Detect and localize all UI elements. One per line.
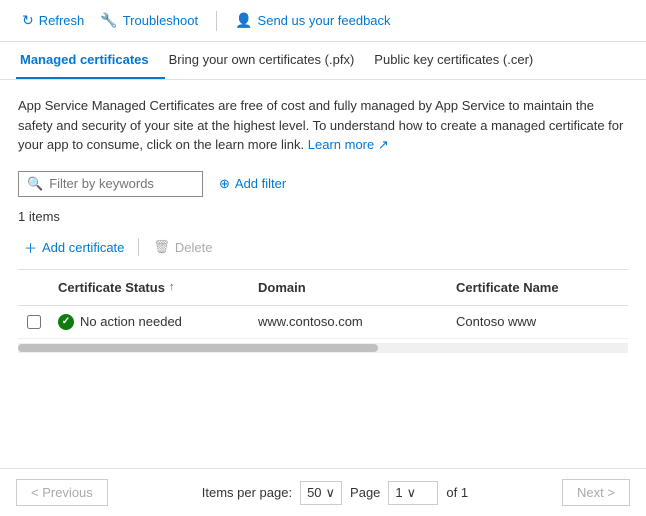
scrollbar-thumb[interactable]: [18, 344, 378, 352]
action-divider: [138, 238, 139, 256]
previous-button[interactable]: < Previous: [16, 479, 108, 506]
add-filter-button[interactable]: ⊕ Add filter: [213, 172, 292, 196]
add-filter-icon: ⊕: [219, 176, 230, 192]
pagination-footer: < Previous Items per page: 50 ∨ Page 1 ∨…: [0, 468, 646, 516]
main-content: App Service Managed Certificates are fre…: [0, 80, 646, 353]
external-link-icon: ↗: [378, 137, 389, 152]
tab-public-key[interactable]: Public key certificates (.cer): [370, 42, 549, 79]
refresh-button[interactable]: ↻ Refresh: [16, 8, 90, 33]
refresh-label: Refresh: [39, 13, 85, 28]
feedback-icon: 👤: [235, 12, 252, 29]
items-count: 1 items: [18, 209, 628, 224]
sort-arrow-icon: ↑: [169, 281, 175, 293]
troubleshoot-button[interactable]: 🔧 Troubleshoot: [94, 8, 204, 33]
row-checkbox[interactable]: [27, 315, 41, 329]
page-chevron-icon: ∨: [407, 485, 417, 501]
dropdown-chevron-icon: ∨: [326, 485, 336, 501]
row-domain-cell: www.contoso.com: [250, 310, 448, 333]
add-icon: ＋: [24, 238, 37, 257]
feedback-button[interactable]: 👤 Send us your feedback: [229, 8, 396, 33]
name-header-col: Certificate Name: [448, 276, 628, 299]
table-row: No action needed www.contoso.com Contoso…: [18, 306, 628, 339]
filter-input-wrap: 🔍: [18, 171, 203, 197]
troubleshoot-icon: 🔧: [100, 12, 117, 29]
row-status-cell: No action needed: [50, 310, 250, 334]
page-select[interactable]: 1 ∨: [388, 481, 438, 505]
filter-row: 🔍 ⊕ Add filter: [18, 171, 628, 197]
delete-icon: 🗑: [153, 239, 170, 255]
pagination-center: Items per page: 50 ∨ Page 1 ∨ of 1: [202, 481, 468, 505]
add-certificate-button[interactable]: ＋ Add certificate: [18, 234, 130, 261]
row-name-cell: Contoso www: [448, 310, 628, 333]
certificates-table: Certificate Status ↑ Domain Certificate …: [18, 270, 628, 339]
tabs-bar: Managed certificates Bring your own cert…: [0, 42, 646, 80]
table-header: Certificate Status ↑ Domain Certificate …: [18, 270, 628, 306]
troubleshoot-label: Troubleshoot: [123, 13, 198, 28]
domain-header-col: Domain: [250, 276, 448, 299]
description-text: App Service Managed Certificates are fre…: [18, 96, 628, 155]
status-header-col: Certificate Status ↑: [50, 276, 250, 299]
items-per-page-select[interactable]: 50 ∨: [300, 481, 342, 505]
next-button[interactable]: Next >: [562, 479, 630, 506]
tab-managed-certificates[interactable]: Managed certificates: [16, 42, 165, 79]
horizontal-scrollbar[interactable]: [18, 343, 628, 353]
learn-more-link[interactable]: Learn more ↗: [308, 137, 389, 152]
tab-bring-your-own[interactable]: Bring your own certificates (.pfx): [165, 42, 371, 79]
refresh-icon: ↻: [22, 12, 34, 29]
feedback-label: Send us your feedback: [258, 13, 391, 28]
toolbar-divider: [216, 11, 217, 31]
delete-button[interactable]: 🗑 Delete: [147, 235, 218, 259]
filter-input[interactable]: [49, 176, 194, 191]
row-checkbox-cell: [18, 311, 50, 333]
checkbox-header-col: [18, 276, 50, 299]
search-icon: 🔍: [27, 176, 43, 192]
action-bar: ＋ Add certificate 🗑 Delete: [18, 234, 628, 270]
status-success-icon: [58, 314, 74, 330]
toolbar: ↻ Refresh 🔧 Troubleshoot 👤 Send us your …: [0, 0, 646, 42]
